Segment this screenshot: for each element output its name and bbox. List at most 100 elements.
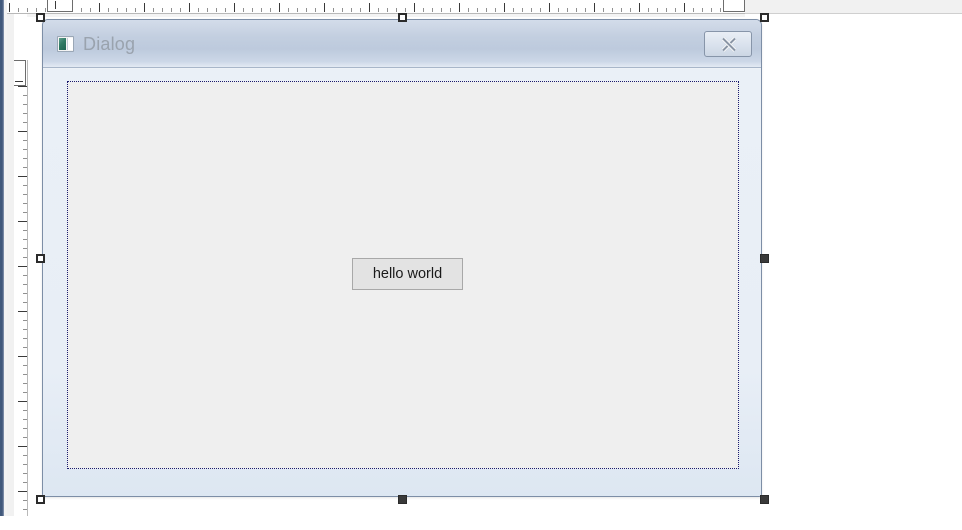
handle-top-left[interactable]: [36, 13, 45, 22]
ruler-tick-minor: [23, 293, 27, 294]
horizontal-ruler-ticks: [7, 0, 745, 12]
vertical-ruler[interactable]: [14, 60, 28, 516]
ruler-tick-minor: [297, 8, 298, 12]
dialog-window[interactable]: Dialog hello world: [42, 19, 762, 497]
ruler-tick-minor: [135, 8, 136, 12]
ruler-tick-major: [18, 401, 27, 402]
ruler-tick-minor: [333, 8, 334, 12]
ruler-tick-major: [459, 3, 460, 12]
ruler-tick-minor: [23, 419, 27, 420]
dialog-titlebar[interactable]: Dialog: [43, 20, 761, 68]
ruler-tick-minor: [23, 194, 27, 195]
ruler-tick-minor: [702, 8, 703, 12]
ruler-tick-minor: [477, 8, 478, 12]
ruler-tick-minor: [23, 104, 27, 105]
ruler-tick-minor: [207, 8, 208, 12]
ruler-tick-minor: [23, 482, 27, 483]
ruler-tick-minor: [693, 8, 694, 12]
ruler-tick-minor: [558, 8, 559, 12]
ruler-tick-major: [234, 3, 235, 12]
ruler-tick-minor: [666, 8, 667, 12]
ruler-tick-minor: [180, 8, 181, 12]
ruler-tick-major: [144, 3, 145, 12]
ruler-tick-minor: [23, 365, 27, 366]
close-button[interactable]: [704, 31, 752, 57]
ruler-tick-minor: [603, 8, 604, 12]
ruler-tick-minor: [396, 8, 397, 12]
ruler-tick-minor: [171, 8, 172, 12]
ruler-tick-minor: [342, 8, 343, 12]
handle-middle-right[interactable]: [760, 254, 769, 263]
ruler-tick-minor: [162, 8, 163, 12]
ruler-tick-major: [549, 3, 550, 12]
hello-world-button[interactable]: hello world: [352, 258, 463, 290]
ruler-tick-minor: [432, 8, 433, 12]
ruler-tick-minor: [315, 8, 316, 12]
ruler-tick-minor: [243, 8, 244, 12]
horizontal-ruler-end-cap[interactable]: [723, 0, 745, 12]
ruler-tick-minor: [711, 8, 712, 12]
ruler-tick-minor: [45, 8, 46, 12]
handle-bottom-center[interactable]: [398, 495, 407, 504]
ruler-tick-minor: [90, 8, 91, 12]
dialog-body: hello world: [43, 69, 761, 496]
ruler-tick-minor: [23, 473, 27, 474]
ruler-tick-minor: [450, 8, 451, 12]
ruler-tick-major: [279, 3, 280, 12]
ruler-tick-minor: [18, 8, 19, 12]
close-x-icon: [721, 37, 736, 52]
ruler-tick-minor: [23, 302, 27, 303]
handle-top-right[interactable]: [760, 13, 769, 22]
horizontal-ruler[interactable]: [7, 0, 745, 14]
ruler-tick-minor: [23, 347, 27, 348]
ruler-tick-minor: [540, 8, 541, 12]
ruler-tick-major: [369, 3, 370, 12]
ruler-tick-minor: [27, 8, 28, 12]
ruler-tick-minor: [23, 212, 27, 213]
ruler-tick-major: [18, 86, 27, 87]
ruler-tick-minor: [36, 8, 37, 12]
ruler-tick-major: [18, 356, 27, 357]
ruler-tick-minor: [23, 167, 27, 168]
ruler-tick-minor: [720, 8, 721, 12]
ruler-tick-minor: [23, 383, 27, 384]
ruler-gutter-left: [7, 13, 14, 516]
ruler-tick-major: [18, 131, 27, 132]
ruler-tick-major: [639, 3, 640, 12]
ruler-tick-minor: [23, 437, 27, 438]
ruler-tick-minor: [585, 8, 586, 12]
ruler-tick-minor: [108, 8, 109, 12]
ruler-tick-minor: [23, 464, 27, 465]
form-editing-area[interactable]: hello world: [67, 81, 739, 469]
ruler-tick-minor: [423, 8, 424, 12]
ruler-tick-minor: [657, 8, 658, 12]
ruler-tick-minor: [648, 8, 649, 12]
horizontal-ruler-origin-marker[interactable]: [47, 0, 73, 12]
ruler-tick-minor: [252, 8, 253, 12]
ruler-tick-minor: [23, 410, 27, 411]
handle-bottom-right[interactable]: [760, 495, 769, 504]
ruler-tick-minor: [270, 8, 271, 12]
ruler-tick-minor: [23, 122, 27, 123]
ruler-tick-major: [594, 3, 595, 12]
ruler-tick-minor: [23, 239, 27, 240]
ruler-tick-minor: [23, 500, 27, 501]
ruler-tick-minor: [261, 8, 262, 12]
ruler-tick-major: [189, 3, 190, 12]
ruler-tick-major: [324, 3, 325, 12]
designer-canvas: Dialog hello world: [0, 0, 962, 530]
ruler-tick-major: [684, 3, 685, 12]
dialog-window-icon: [57, 35, 74, 52]
ruler-tick-major: [504, 3, 505, 12]
ruler-tick-minor: [23, 329, 27, 330]
handle-top-center[interactable]: [398, 13, 407, 22]
ruler-tick-minor: [306, 8, 307, 12]
handle-middle-left[interactable]: [36, 254, 45, 263]
ruler-tick-minor: [23, 113, 27, 114]
vertical-ruler-origin-marker[interactable]: [14, 60, 26, 86]
handle-bottom-left[interactable]: [36, 495, 45, 504]
ruler-tick-minor: [378, 8, 379, 12]
ruler-tick-minor: [81, 8, 82, 12]
ruler-tick-minor: [23, 284, 27, 285]
ruler-tick-minor: [216, 8, 217, 12]
